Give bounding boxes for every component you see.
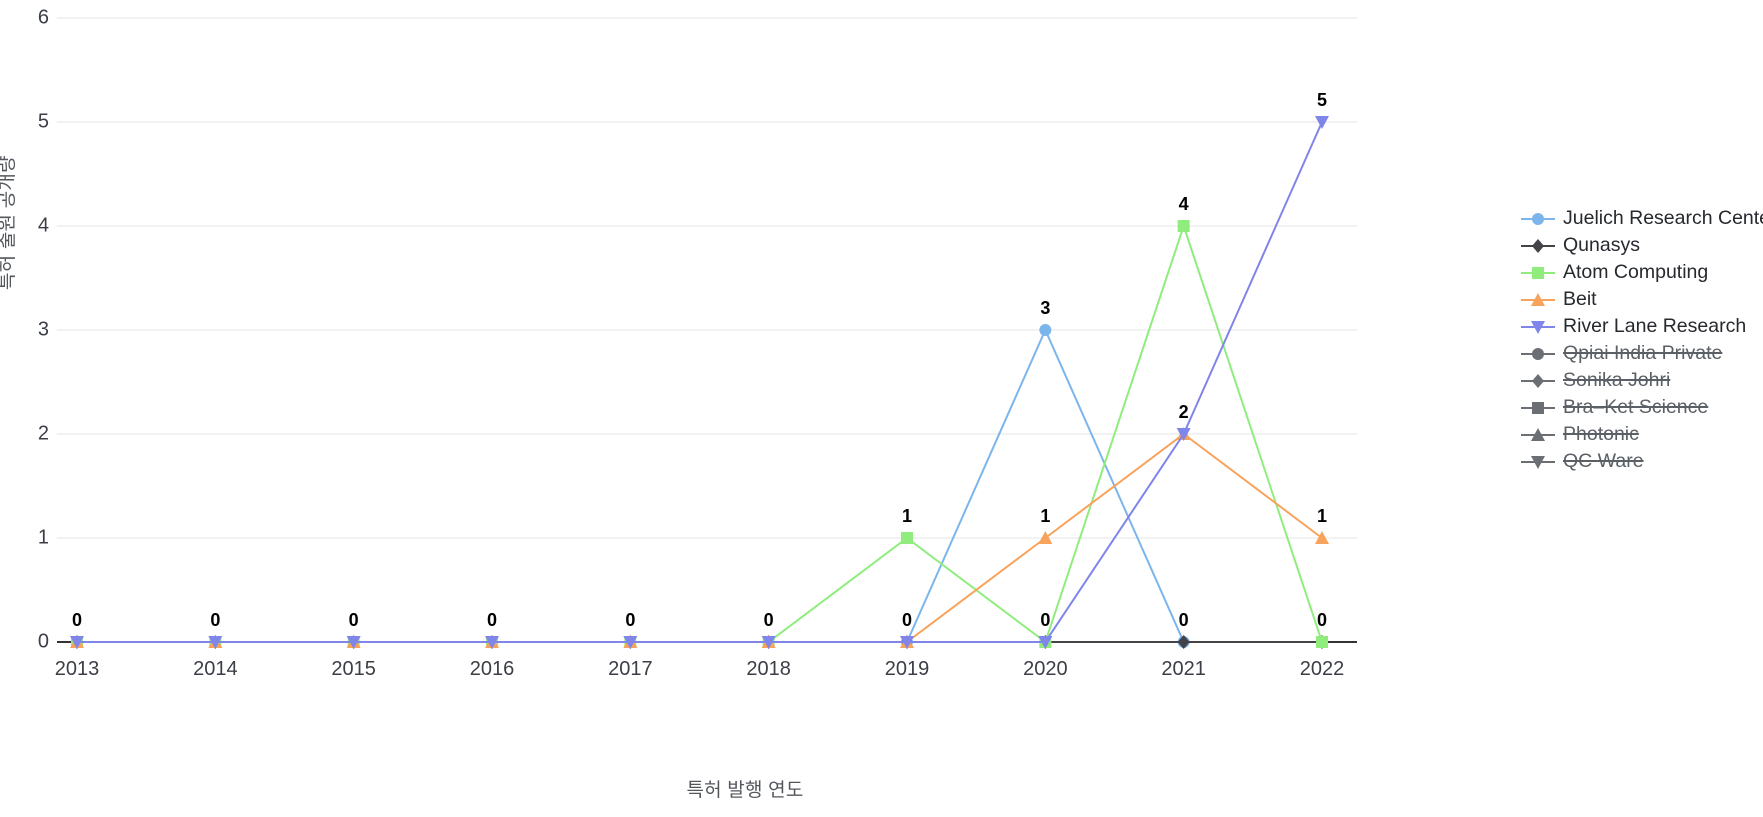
legend-item-label: Sonika Johri — [1563, 369, 1671, 391]
triangle-down-marker-icon — [1519, 315, 1557, 339]
data-point-label: 0 — [1316, 610, 1328, 630]
legend-item-label: Juelich Research Center — [1563, 207, 1763, 229]
x-tick-label: 2022 — [1299, 658, 1345, 680]
data-point-label: 5 — [1316, 90, 1328, 110]
triangle-down-marker-icon — [1519, 450, 1557, 474]
legend-item-atom-computing[interactable]: Atom Computing — [1519, 259, 1763, 286]
legend-item-bra-ket-science[interactable]: Bra–Ket Science — [1519, 394, 1763, 421]
legend-item-label: River Lane Research — [1563, 315, 1747, 337]
x-tick-label: 2021 — [1161, 658, 1206, 680]
y-axis-title: 특허 출원 공개량 — [0, 155, 18, 290]
data-point-label: 4 — [1178, 194, 1189, 214]
data-point-label: 0 — [1178, 610, 1189, 630]
legend-item-label: Photonic — [1563, 423, 1639, 445]
data-point-label: 0 — [71, 610, 83, 630]
circle-marker-icon — [1519, 207, 1557, 231]
data-point-label: 0 — [901, 610, 913, 630]
legend-item-label: Bra–Ket Science — [1563, 396, 1709, 418]
legend-item-qpiai-india-private[interactable]: Qpiai India Private — [1519, 340, 1763, 367]
triangle-marker-icon — [1519, 288, 1557, 312]
x-tick-label: 2014 — [193, 658, 238, 680]
data-point-label: 1 — [1040, 506, 1051, 526]
x-axis-title: 특허 발행 연도 — [686, 780, 804, 801]
data-point-label: 0 — [210, 610, 221, 630]
x-tick-label: 2019 — [884, 658, 930, 680]
legend-item-sonika-johri[interactable]: Sonika Johri — [1519, 367, 1763, 394]
legend-item-label: Qunasys — [1563, 234, 1640, 256]
triangle-marker-icon — [1519, 423, 1557, 447]
x-tick-label: 2015 — [331, 658, 376, 680]
data-point-label: 0 — [486, 610, 498, 630]
x-tick-label: 2016 — [469, 658, 515, 680]
x-tick-label: 2018 — [746, 658, 791, 680]
chart-legend: Juelich Research Center Qunasys Atom Compu… — [1519, 205, 1763, 475]
legend-item-qunasys[interactable]: Qunasys — [1519, 232, 1763, 259]
data-point-label: 0 — [763, 610, 774, 630]
legend-item-label: Atom Computing — [1563, 261, 1709, 283]
data-point-label: 1 — [1316, 506, 1328, 526]
square-marker-icon — [1519, 261, 1557, 285]
gridlines — [57, 17, 1357, 643]
data-point-label: 2 — [1178, 402, 1189, 422]
circle-marker-icon — [1519, 342, 1557, 366]
legend-item-label: QC Ware — [1563, 450, 1644, 472]
y-tick-label: 0 — [37, 630, 49, 653]
series-juelich-research-center — [71, 324, 1328, 648]
y-tick-label: 6 — [37, 6, 49, 29]
data-point-label: 0 — [1040, 610, 1051, 630]
legend-item-photonic[interactable]: Photonic — [1519, 421, 1763, 448]
y-tick-label: 1 — [37, 526, 49, 549]
x-tick-label: 2017 — [608, 658, 653, 680]
data-point-label: 3 — [1040, 298, 1051, 318]
legend-item-label: Beit — [1563, 288, 1597, 310]
data-point-label: 1 — [901, 506, 913, 526]
diamond-marker-icon — [1519, 369, 1557, 393]
x-tick-label: 2020 — [1023, 658, 1068, 680]
x-tick-label: 2013 — [54, 658, 100, 680]
plot-area: 0123456 2013 2014 2015 2016 2017 2018 2019 2020… — [38, 0, 1487, 740]
legend-item-label: Qpiai India Private — [1563, 342, 1723, 364]
square-marker-icon — [1519, 396, 1557, 420]
series-river-lane-research — [70, 116, 1329, 649]
chart-root: 0123456 2013 2014 2015 2016 2017 2018 2019 2020… — [0, 0, 1763, 817]
data-point-label: 0 — [348, 610, 359, 630]
legend-item-juelich-research-center[interactable]: Juelich Research Center — [1519, 205, 1763, 232]
y-tick-label: 3 — [37, 318, 49, 341]
data-point-label: 0 — [625, 610, 636, 630]
legend-item-beit[interactable]: Beit — [1519, 286, 1763, 313]
legend-item-river-lane-research[interactable]: River Lane Research — [1519, 313, 1763, 340]
diamond-marker-icon — [1519, 234, 1557, 258]
legend-item-qc-ware[interactable]: QC Ware — [1519, 448, 1763, 475]
y-tick-label: 2 — [37, 422, 49, 445]
